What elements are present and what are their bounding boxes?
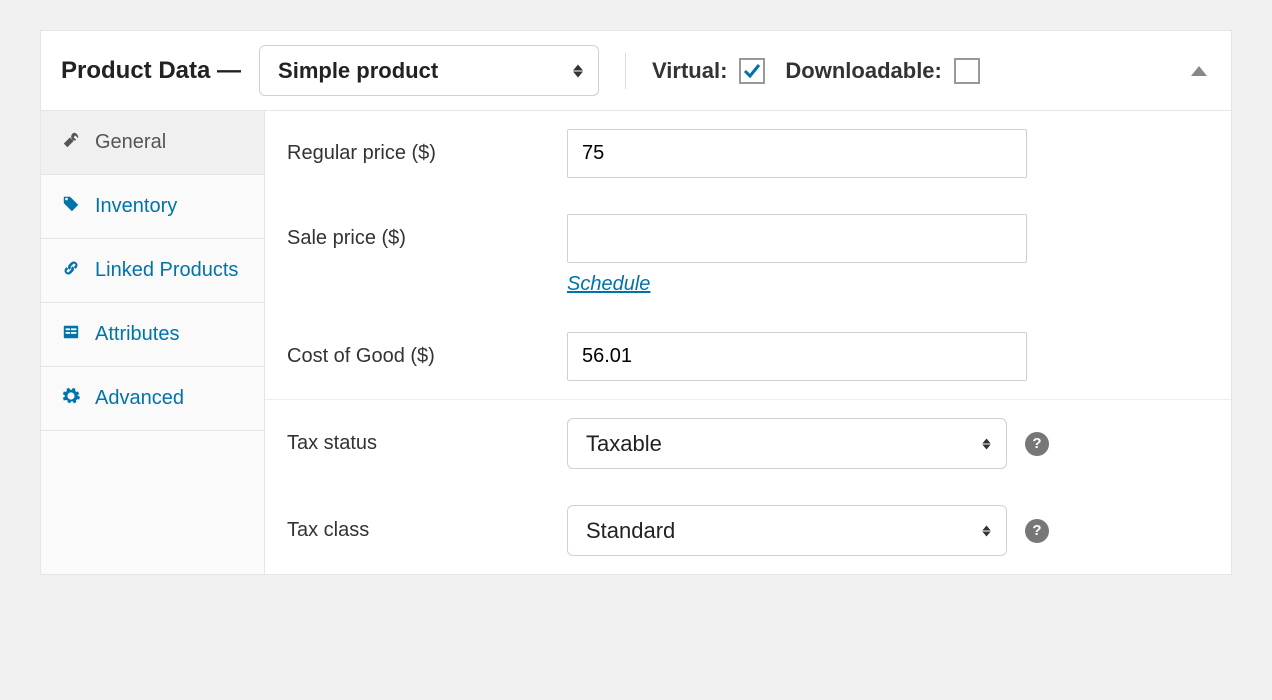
regular-price-row: Regular price ($) [265,111,1231,196]
sidebar-item-general[interactable]: General [41,111,264,175]
link-icon [59,259,83,277]
help-icon[interactable]: ? [1025,432,1049,456]
page-title: Product Data — [61,57,241,85]
virtual-checkbox[interactable] [739,58,765,84]
sidebar: General Inventory Linked Products Attrib… [41,111,265,574]
tax-status-row: Tax status Taxable ? [265,399,1231,487]
product-data-panel: Product Data — Simple product Virtual: D… [40,30,1232,575]
panel-body: General Inventory Linked Products Attrib… [41,111,1231,574]
downloadable-checkbox[interactable] [954,58,980,84]
sidebar-item-advanced[interactable]: Advanced [41,367,264,431]
tag-icon [59,195,83,213]
sidebar-item-label: Inventory [95,193,177,220]
chevron-up-icon [1191,66,1207,76]
sale-price-row: Sale price ($) [265,196,1231,269]
sidebar-item-linked-products[interactable]: Linked Products [41,239,264,303]
tax-class-label: Tax class [287,519,567,542]
sidebar-item-label: General [95,129,166,156]
product-type-select[interactable]: Simple product [259,45,599,96]
panel-header: Product Data — Simple product Virtual: D… [41,31,1231,111]
sidebar-item-label: Advanced [95,385,184,412]
regular-price-label: Regular price ($) [287,142,567,165]
tax-status-select[interactable]: Taxable [567,418,1007,469]
sidebar-item-label: Attributes [95,321,179,348]
collapse-toggle[interactable] [1187,55,1211,86]
sale-price-label: Sale price ($) [287,227,567,250]
help-icon[interactable]: ? [1025,519,1049,543]
tax-class-select[interactable]: Standard [567,505,1007,556]
wrench-icon [59,131,83,149]
product-type-select-wrap: Simple product [259,45,599,96]
sale-price-input[interactable] [567,214,1027,263]
tax-class-select-wrap: Standard [567,505,1007,556]
list-icon [59,323,83,341]
panel-title-text: Product Data [61,57,210,84]
tax-class-row: Tax class Standard ? [265,487,1231,574]
sidebar-item-inventory[interactable]: Inventory [41,175,264,239]
virtual-group: Virtual: [652,58,765,84]
downloadable-label: Downloadable: [785,58,941,84]
schedule-row: Schedule [265,269,1231,314]
divider [625,53,626,89]
cost-of-good-input[interactable] [567,332,1027,381]
sidebar-item-attributes[interactable]: Attributes [41,303,264,367]
regular-price-input[interactable] [567,129,1027,178]
tax-status-select-wrap: Taxable [567,418,1007,469]
cost-of-good-label: Cost of Good ($) [287,345,567,368]
tax-status-label: Tax status [287,432,567,455]
sidebar-item-label: Linked Products [95,257,238,284]
title-dash: — [217,57,241,84]
schedule-link[interactable]: Schedule [567,273,650,296]
downloadable-group: Downloadable: [785,58,979,84]
gear-icon [59,387,83,405]
virtual-label: Virtual: [652,58,727,84]
cost-of-good-row: Cost of Good ($) [265,314,1231,399]
general-form: Regular price ($) Sale price ($) Schedul… [265,111,1231,574]
